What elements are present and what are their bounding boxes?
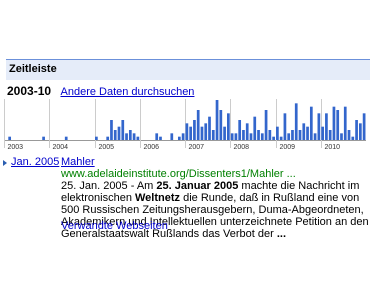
timeline-bar[interactable]	[155, 133, 159, 140]
timeline-bar[interactable]	[42, 136, 45, 140]
date-range-label: 2003-10	[7, 84, 52, 98]
timeline-bar[interactable]	[325, 113, 328, 140]
timeline-bar[interactable]	[294, 103, 298, 140]
timeline-bar[interactable]	[128, 130, 132, 140]
result-url: www.adelaideinstitute.org/Dissenters1/Ma…	[61, 168, 296, 180]
timeline-bar[interactable]	[302, 123, 306, 140]
timeline-bar[interactable]	[340, 133, 343, 140]
timeline-bar[interactable]	[185, 123, 189, 140]
timeline-bar[interactable]	[268, 130, 272, 140]
timeline-bar[interactable]	[260, 133, 264, 140]
timeline-header-bar: Zeitleiste	[6, 59, 370, 80]
timeline-bar[interactable]	[234, 133, 238, 140]
change-dates-link[interactable]: Andere Daten durchsuchen	[61, 86, 195, 98]
timeline-bar[interactable]	[257, 130, 260, 140]
timeline-bar[interactable]	[321, 126, 324, 140]
timeline-bar[interactable]	[196, 110, 200, 140]
snippet-highlight-date: 25. Januar 2005	[156, 180, 239, 192]
timeline-bar[interactable]	[8, 136, 12, 140]
timeline-bar[interactable]	[336, 110, 340, 140]
year-label: 2008	[234, 144, 250, 151]
timeline-bar[interactable]	[264, 110, 268, 140]
timeline-bar[interactable]	[223, 126, 226, 140]
timeline-chart[interactable]: 2003 2004 2005 2006 2007 2008 2009 2010	[0, 99, 370, 154]
timeline-bar[interactable]	[291, 130, 294, 140]
timeline-bar[interactable]	[313, 133, 317, 140]
timeline-bar[interactable]	[279, 136, 283, 140]
timeline-bar[interactable]	[347, 130, 351, 140]
year-label: 2007	[189, 144, 205, 151]
timeline-bar[interactable]	[189, 126, 193, 140]
timeline-bar[interactable]	[362, 113, 366, 140]
timeline-bar[interactable]	[113, 130, 117, 140]
timeline-bar[interactable]	[159, 136, 162, 140]
timeline-bar[interactable]	[328, 130, 332, 140]
timeline-bar[interactable]	[132, 133, 136, 140]
snippet-text-1: 25. Jan. 2005 - Am	[61, 180, 157, 192]
year-label: 2006	[144, 144, 160, 151]
timeline-bar[interactable]	[211, 130, 215, 140]
timeline-bar[interactable]	[317, 113, 321, 140]
year-label: 2009	[280, 144, 296, 151]
timeline-bar[interactable]	[227, 113, 230, 140]
date-range-row: 2003-10 Andere Daten durchsuchen	[7, 82, 194, 98]
timeline-bar[interactable]	[306, 126, 309, 140]
snippet-ellipsis: ...	[276, 228, 287, 240]
timeline-bar[interactable]	[276, 126, 279, 140]
timeline-bar[interactable]	[215, 100, 219, 140]
timeline-bar[interactable]	[272, 136, 275, 140]
timeline-bar[interactable]	[242, 130, 245, 140]
timeline-bar[interactable]	[358, 123, 362, 140]
timeline-bar[interactable]	[125, 133, 128, 140]
timeline-bar[interactable]	[283, 113, 287, 140]
snippet-highlight-weltnetz: Weltnetz	[135, 192, 181, 204]
timeline-bar[interactable]	[106, 136, 110, 140]
timeline-bar[interactable]	[253, 116, 257, 140]
timeline-bar[interactable]	[355, 120, 358, 140]
timeline-bar[interactable]	[95, 136, 98, 140]
timeline-bar[interactable]	[204, 123, 208, 140]
timeline-bar[interactable]	[245, 123, 249, 140]
timeline-bar[interactable]	[170, 133, 174, 140]
timeline-bar[interactable]	[287, 133, 291, 140]
timeline-bar[interactable]	[309, 106, 313, 140]
timeline-bar[interactable]	[332, 106, 336, 140]
timeline-bar[interactable]	[121, 120, 125, 140]
timeline-bar[interactable]	[117, 126, 121, 140]
timeline-bar[interactable]	[343, 106, 347, 140]
timeline-bar[interactable]	[193, 120, 196, 140]
result-date-link[interactable]: Jan. 2005	[11, 156, 59, 168]
timeline-bar[interactable]	[219, 110, 223, 140]
timeline-bar[interactable]	[208, 116, 211, 140]
timeline-bar[interactable]	[230, 133, 234, 140]
timeline-bar[interactable]	[177, 136, 181, 140]
timeline-bar[interactable]	[298, 130, 302, 140]
year-label: 2005	[99, 144, 115, 151]
year-label: 2004	[53, 144, 69, 151]
timeline-bar[interactable]	[351, 136, 355, 140]
timeline-bar[interactable]	[249, 133, 253, 140]
timeline-bar[interactable]	[110, 120, 113, 140]
timeline-bar[interactable]	[238, 120, 242, 140]
timeline-bar[interactable]	[200, 126, 204, 140]
timeline-bar[interactable]	[136, 136, 140, 140]
result-arrow-icon	[3, 160, 7, 166]
year-label: 2003	[8, 144, 24, 151]
related-pages-link[interactable]: Verwandte Webseiten	[61, 220, 168, 232]
timeline-bar[interactable]	[181, 133, 185, 140]
result-title-link[interactable]: Mahler	[61, 156, 95, 168]
timeline-bar[interactable]	[64, 136, 68, 140]
year-label: 2010	[325, 144, 341, 151]
timeline-title: Zeitleiste	[9, 63, 57, 75]
